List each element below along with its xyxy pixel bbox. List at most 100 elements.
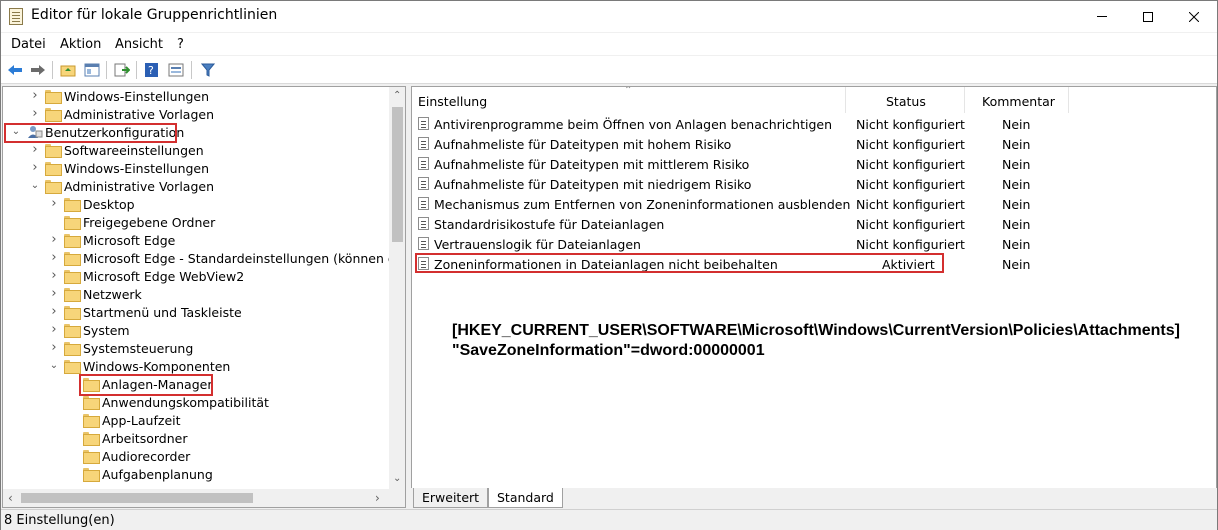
menu-help[interactable]: ? — [177, 37, 184, 52]
policy-setting-icon — [418, 177, 429, 190]
tree-item[interactable]: › Windows-Einstellungen — [3, 87, 389, 105]
show-hide-tree-button[interactable] — [82, 60, 102, 80]
properties-button[interactable] — [166, 60, 186, 80]
tree-item[interactable]: › Netzwerk — [3, 285, 389, 303]
registry-key-line: [HKEY_CURRENT_USER\SOFTWARE\Microsoft\Wi… — [452, 322, 1180, 339]
tree-vertical-scrollbar[interactable]: ⌃ ⌄ — [389, 87, 405, 489]
filter-button[interactable] — [198, 60, 218, 80]
tree-item[interactable]: › Microsoft Edge - Standardeinstellungen … — [3, 249, 405, 267]
scroll-down-icon[interactable]: ⌄ — [393, 473, 401, 484]
policy-row[interactable]: Antivirenprogramme beim Öffnen von Anlag… — [412, 114, 1212, 134]
folder-icon — [45, 90, 62, 104]
policy-setting-icon — [418, 137, 429, 150]
forward-button[interactable] — [28, 60, 48, 80]
folder-up-icon — [60, 65, 76, 77]
tree-item-label: Windows-Komponenten — [83, 359, 231, 374]
expand-chevron-icon[interactable]: › — [30, 89, 40, 102]
expand-chevron-icon[interactable]: › — [30, 107, 40, 120]
tree-item[interactable]: App-Laufzeit — [3, 411, 389, 429]
policy-row[interactable]: Aufnahmeliste für Dateitypen mit mittler… — [412, 154, 1212, 174]
close-button[interactable] — [1171, 1, 1217, 32]
export-list-button[interactable] — [112, 60, 132, 80]
tree-item[interactable]: › Softwareeinstellungen — [3, 141, 389, 159]
tree-hscroll-thumb[interactable] — [21, 493, 253, 503]
policy-name: Vertrauenslogik für Dateianlagen — [434, 237, 641, 252]
policy-name: Mechanismus zum Entfernen von Zoneninfor… — [434, 197, 851, 212]
column-header-setting[interactable]: Einstellung ⌃ — [412, 87, 846, 113]
policy-row[interactable]: Vertrauenslogik für Dateianlagen Nicht ko… — [412, 234, 1212, 254]
tree-item[interactable]: Freigegebene Ordner — [3, 213, 389, 231]
tab-standard[interactable]: Standard — [488, 488, 563, 508]
column-header-status[interactable]: Status — [846, 87, 965, 113]
expand-chevron-icon[interactable]: › — [49, 305, 59, 318]
tree-item[interactable]: ⌄ Windows-Komponenten — [3, 357, 389, 375]
policy-row[interactable]: Standardrisikostufe für Dateianlagen Nich… — [412, 214, 1212, 234]
minimize-button[interactable] — [1079, 1, 1125, 32]
status-bar: 8 Einstellung(en) — [1, 509, 1217, 530]
collapse-chevron-icon[interactable]: ⌄ — [30, 181, 40, 191]
expand-chevron-icon[interactable]: › — [49, 287, 59, 300]
tree-item[interactable]: › Administrative Vorlagen — [3, 105, 389, 123]
expand-chevron-icon[interactable]: › — [30, 161, 40, 174]
tree-item[interactable]: › Windows-Einstellungen — [3, 159, 389, 177]
tree-item-label: Netzwerk — [83, 287, 142, 302]
folder-icon — [64, 252, 81, 266]
tab-erweitert[interactable]: Erweitert — [413, 488, 489, 508]
policy-setting-icon — [418, 237, 429, 250]
menu-aktion[interactable]: Aktion — [60, 37, 101, 52]
collapse-chevron-icon[interactable]: ⌄ — [49, 361, 59, 371]
tree-item-label: Anwendungskompatibilität — [102, 395, 269, 410]
tree-vscroll-thumb[interactable] — [392, 107, 403, 242]
expand-chevron-icon[interactable]: › — [49, 251, 59, 264]
scroll-up-icon[interactable]: ⌃ — [393, 90, 401, 101]
folder-icon — [64, 234, 81, 248]
tree-item[interactable]: › Microsoft Edge — [3, 231, 389, 249]
tree-item[interactable]: Audiorecorder — [3, 447, 389, 465]
expand-chevron-icon[interactable]: › — [49, 197, 59, 210]
tree-item[interactable]: Aufgabenplanung — [3, 465, 389, 483]
policy-comment: Nein — [1002, 237, 1031, 252]
policy-row[interactable]: Aufnahmeliste für Dateitypen mit hohem R… — [412, 134, 1212, 154]
tree-horizontal-scrollbar[interactable]: ‹ › — [3, 489, 405, 507]
close-icon — [1189, 11, 1199, 22]
tree-item[interactable]: › Startmenü und Taskleiste — [3, 303, 389, 321]
tree-item[interactable]: Arbeitsordner — [3, 429, 389, 447]
policy-status: Nicht konfiguriert — [856, 197, 965, 212]
tree-item[interactable]: › Desktop — [3, 195, 389, 213]
help-button[interactable]: ? — [142, 60, 162, 80]
menu-datei[interactable]: Datei — [11, 37, 46, 52]
tree-item[interactable]: › Systemsteuerung — [3, 339, 389, 357]
folder-icon — [45, 108, 62, 122]
menu-ansicht[interactable]: Ansicht — [115, 37, 163, 52]
menu-bar: Datei Aktion Ansicht ? — [1, 33, 1217, 55]
tree-item-label: Microsoft Edge — [83, 233, 176, 248]
column-header-comment[interactable]: Kommentar — [965, 87, 1069, 113]
tree-item[interactable]: › Microsoft Edge WebView2 — [3, 267, 389, 285]
policy-status: Nicht konfiguriert — [856, 217, 965, 232]
expand-chevron-icon[interactable]: › — [49, 341, 59, 354]
filter-icon — [201, 63, 215, 77]
policy-row[interactable]: Aufnahmeliste für Dateitypen mit niedrig… — [412, 174, 1212, 194]
expand-chevron-icon[interactable]: › — [49, 233, 59, 246]
policy-setting-icon — [418, 197, 429, 210]
tree-item[interactable]: › System — [3, 321, 389, 339]
up-folder-button[interactable] — [58, 60, 78, 80]
back-button[interactable] — [5, 60, 25, 80]
policy-name: Aufnahmeliste für Dateitypen mit niedrig… — [434, 177, 752, 192]
arrow-left-icon — [8, 65, 22, 75]
console-tree-icon — [84, 63, 100, 77]
policy-row[interactable]: Mechanismus zum Entfernen von Zoneninfor… — [412, 194, 1212, 214]
maximize-button[interactable] — [1125, 1, 1171, 32]
expand-chevron-icon[interactable]: › — [30, 143, 40, 156]
properties-icon — [168, 63, 184, 77]
tree-item-label: Windows-Einstellungen — [64, 161, 210, 176]
folder-icon — [45, 180, 62, 194]
expand-chevron-icon[interactable]: › — [49, 269, 59, 282]
scroll-left-icon[interactable]: ‹ — [8, 491, 13, 505]
tree-item-label: Administrative Vorlagen — [64, 107, 215, 122]
scroll-right-icon[interactable]: › — [375, 491, 380, 505]
maximize-icon — [1143, 11, 1153, 22]
expand-chevron-icon[interactable]: › — [49, 323, 59, 336]
tree-item[interactable]: ⌄ Administrative Vorlagen — [3, 177, 389, 195]
minimize-icon — [1097, 16, 1107, 17]
